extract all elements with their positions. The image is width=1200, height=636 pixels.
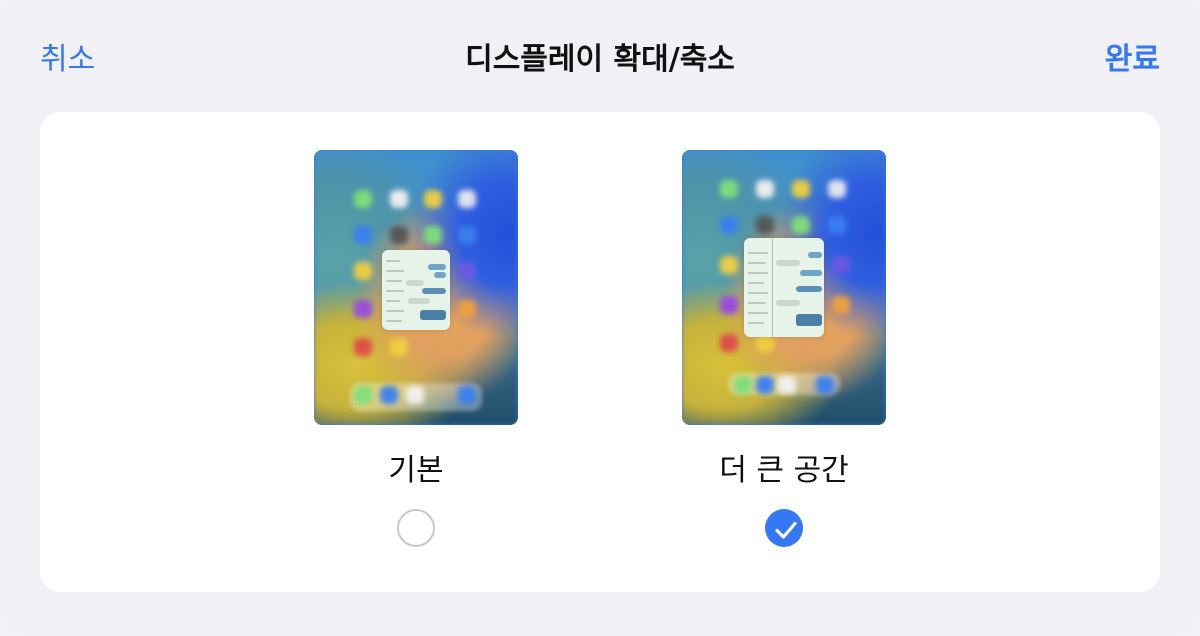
app-icon [720,216,738,234]
app-icon [778,376,796,394]
option-standard[interactable]: 기본 [314,150,518,547]
app-icon [354,386,372,404]
app-icon [390,190,408,208]
app-icon [458,226,476,244]
radio-standard[interactable] [397,509,435,547]
option-label-larger-space: 더 큰 공간 [719,453,849,488]
app-icon [720,256,738,274]
app-icon [720,334,738,352]
app-icon [828,180,846,198]
app-icon [406,386,424,404]
app-icon [424,190,442,208]
app-icon [720,180,738,198]
app-icon [756,180,774,198]
navigation-bar: 취소 디스플레이 확대/축소 완료 [0,0,1200,110]
messages-app-preview [744,238,824,337]
app-icon [832,296,850,314]
app-icon [458,300,476,318]
app-icon [380,386,398,404]
app-icon [458,262,476,280]
app-icon [354,226,372,244]
app-icon [816,376,834,394]
app-icon [458,190,476,208]
app-icon [354,300,372,318]
app-icon [424,226,442,244]
app-icon [720,296,738,314]
app-icon [390,338,408,356]
page-title: 디스플레이 확대/축소 [465,42,735,77]
done-button[interactable]: 완료 [1105,34,1160,78]
checkmark-icon [775,521,797,539]
app-icon [458,386,476,404]
option-larger-space[interactable]: 더 큰 공간 [682,150,886,547]
app-icon [756,376,774,394]
app-icon [832,256,850,274]
standard-preview-image [314,150,518,425]
app-icon [828,216,846,234]
app-icon [792,216,810,234]
messages-app-preview [382,250,450,330]
app-icon [390,226,408,244]
zoom-options-card: 기본 더 큰 공간 [40,112,1160,592]
app-icon [354,190,372,208]
option-label-standard: 기본 [388,453,444,488]
app-icon [354,262,372,280]
app-icon [756,216,774,234]
radio-larger-space[interactable] [765,509,803,547]
display-zoom-sheet: 취소 디스플레이 확대/축소 완료 기본 더 큰 공간 [0,0,1200,636]
app-icon [734,376,752,394]
larger-space-preview-image [682,150,886,425]
app-icon [354,338,372,356]
app-icon [792,180,810,198]
